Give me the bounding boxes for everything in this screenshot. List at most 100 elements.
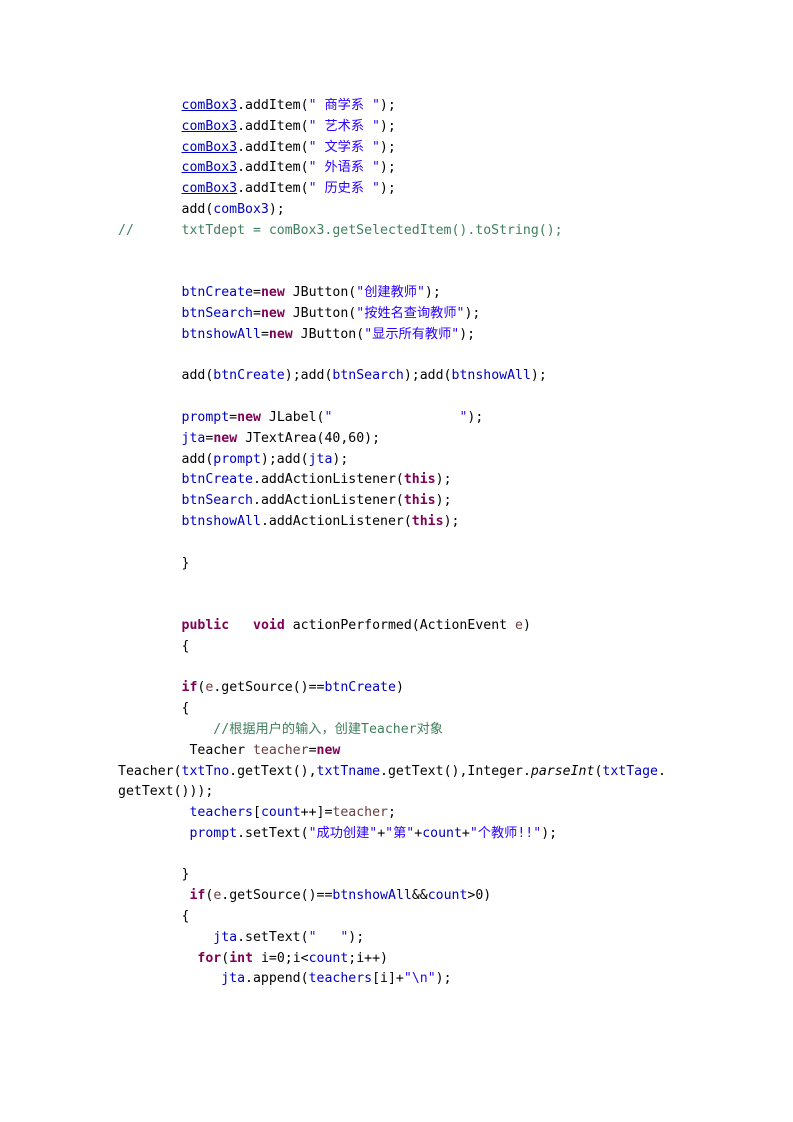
code-token-plain: ); bbox=[424, 285, 441, 301]
code-token-keyword: void bbox=[253, 617, 285, 633]
code-token-plain: ); bbox=[435, 971, 452, 987]
code-token-field: btnCreate bbox=[324, 680, 396, 696]
code-token-plain: .addActionListener( bbox=[253, 493, 404, 509]
code-token-plain: .setText( bbox=[237, 825, 309, 841]
code-line: // txtTdept = comBox3.getSelectedItem().… bbox=[118, 221, 738, 242]
code-line: teachers[count++]=teacher; bbox=[118, 803, 738, 824]
code-line: comBox3.addItem(" 历史系 "); bbox=[118, 179, 738, 200]
code-line: add(comBox3); bbox=[118, 200, 738, 221]
code-token-plain: JButton( bbox=[292, 326, 365, 342]
code-token-string: " 商学系 " bbox=[308, 98, 380, 113]
code-token-field: txtTno bbox=[181, 763, 230, 779]
code-token-plain: i=0;i< bbox=[253, 950, 309, 966]
code-token-field-underline: comBox3 bbox=[181, 118, 238, 134]
code-token-plain: [ bbox=[253, 805, 261, 821]
code-token-plain: ( bbox=[221, 950, 230, 966]
code-line: comBox3.addItem(" 外语系 "); bbox=[118, 158, 738, 179]
code-token-keyword: this bbox=[403, 493, 436, 509]
code-token-field: count bbox=[427, 888, 468, 904]
code-token-local: teacher bbox=[252, 742, 309, 758]
code-token-plain: add( bbox=[118, 451, 214, 467]
code-token-field: count bbox=[308, 950, 349, 966]
code-token-field: btnSearch bbox=[181, 493, 253, 509]
code-token-plain: { bbox=[118, 701, 190, 717]
code-token-plain: add( bbox=[118, 201, 214, 217]
code-token-string: " 艺术系 " bbox=[308, 118, 380, 134]
code-line: comBox3.addItem(" 文学系 "); bbox=[118, 138, 738, 159]
code-token-string: " 历史系 " bbox=[308, 181, 380, 197]
code-token-plain: ); bbox=[435, 472, 452, 488]
code-token-string: " 外语系 " bbox=[308, 160, 380, 176]
code-line: jta=new JTextArea(40,60); bbox=[118, 429, 738, 450]
code-token-field: btnshowAll bbox=[332, 888, 412, 904]
code-token-string: " " bbox=[324, 409, 468, 425]
code-token-keyword: this bbox=[403, 472, 436, 488]
code-token-field: prompt bbox=[189, 825, 238, 841]
code-token-plain: ); bbox=[467, 409, 484, 425]
code-token-keyword: new bbox=[237, 409, 261, 425]
code-token-plain: ); bbox=[379, 118, 396, 134]
code-token-comment: //根据用户的输入，创建Teacher对象 bbox=[213, 721, 443, 737]
code-line: btnSearch=new JButton("按姓名查询教师"); bbox=[118, 304, 738, 325]
code-token-plain: ) bbox=[395, 680, 404, 696]
code-token-keyword: if bbox=[189, 888, 206, 904]
code-token-plain: .addActionListener( bbox=[260, 513, 412, 529]
code-token-plain: ); bbox=[332, 451, 349, 467]
code-token-plain: } bbox=[118, 867, 190, 883]
code-token-string: "显示所有教师" bbox=[364, 326, 460, 342]
java-code-listing: comBox3 .addItem( " 商学系 "); comBox3.addIte… bbox=[118, 96, 738, 990]
code-token-field: jta bbox=[308, 451, 333, 467]
code-line: } bbox=[118, 865, 738, 886]
code-token-field: comBox3 bbox=[213, 201, 269, 217]
code-token-field: prompt bbox=[213, 451, 261, 467]
code-token-keyword: new bbox=[260, 305, 285, 321]
code-line: add(btnCreate);add(btnSearch);add(btnsho… bbox=[118, 366, 738, 387]
code-line: for(int i=0;i<count;i++) bbox=[118, 949, 738, 970]
code-line: add(prompt);add(jta); bbox=[118, 450, 738, 471]
code-token-plain: { bbox=[118, 909, 190, 925]
code-token-plain: ); bbox=[379, 98, 396, 113]
code-token-plain: >0) bbox=[467, 888, 492, 904]
code-token-keyword: new bbox=[213, 430, 238, 446]
code-token-plain: .addItem( bbox=[237, 181, 309, 197]
code-token-string: "\n" bbox=[403, 971, 436, 987]
code-token-field: teachers bbox=[189, 805, 253, 821]
code-token-plain: ); bbox=[435, 493, 452, 509]
code-token-string: "创建教师" bbox=[356, 285, 425, 301]
code-token-plain: .getText(), bbox=[229, 763, 317, 779]
code-token-comment: // txtTdept = comBox3.getSelectedItem().… bbox=[118, 222, 563, 238]
code-token-static: parseInt bbox=[530, 763, 595, 779]
code-line: { bbox=[118, 907, 738, 928]
code-token-plain: = bbox=[260, 326, 269, 342]
code-token-plain: } bbox=[118, 555, 190, 571]
code-token-plain: ); bbox=[379, 181, 396, 197]
code-token-keyword: this bbox=[411, 513, 444, 529]
code-line: { bbox=[118, 637, 738, 658]
code-line: jta.append(teachers[i]+"\n"); bbox=[118, 969, 738, 990]
code-token-field: btnCreate bbox=[213, 368, 285, 384]
code-token-plain: ); bbox=[348, 929, 365, 945]
code-token-field: count bbox=[260, 805, 301, 821]
code-line: Teacher teacher=new bbox=[118, 741, 738, 762]
code-line: prompt.setText("成功创建"+"第"+count+"个教师!!")… bbox=[118, 824, 738, 845]
code-line: getText())); bbox=[118, 782, 738, 803]
code-token-local: e bbox=[515, 617, 523, 633]
code-line: public void actionPerformed(ActionEvent … bbox=[118, 616, 738, 637]
code-token-plain: = bbox=[229, 409, 238, 425]
